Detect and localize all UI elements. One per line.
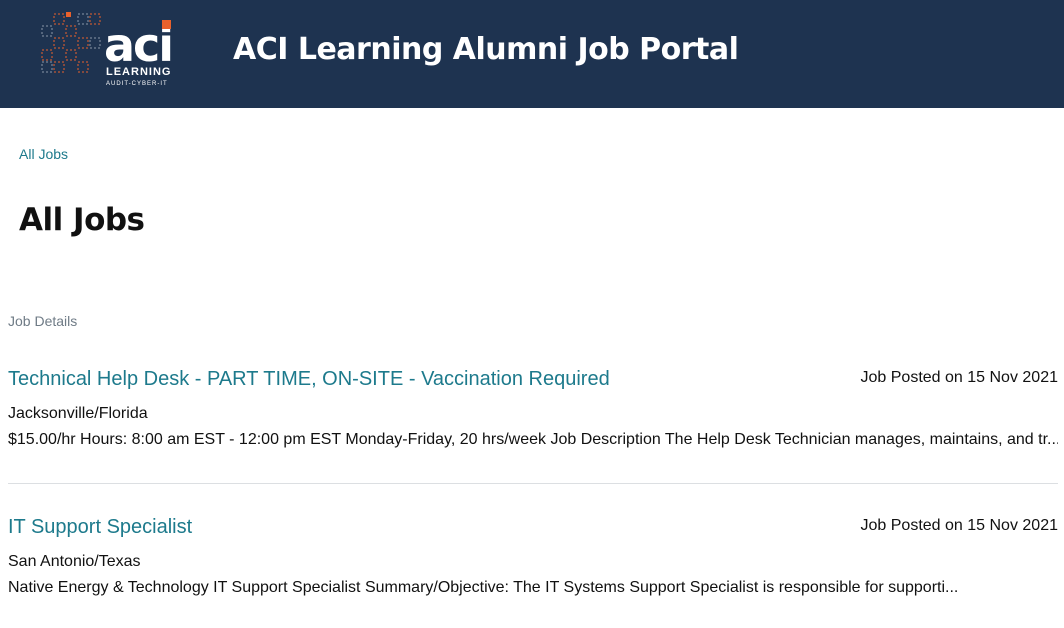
- job-posted-date: Job Posted on 15 Nov 2021: [860, 517, 1058, 534]
- site-title: ACI Learning Alumni Job Portal: [233, 32, 739, 67]
- job-location: Jacksonville/Florida: [8, 405, 148, 422]
- logo-grid-icon: [41, 12, 101, 73]
- page-title: All Jobs: [19, 202, 145, 238]
- job-title-link[interactable]: Technical Help Desk - PART TIME, ON-SITE…: [8, 366, 610, 392]
- job-listing: IT Support Specialist Job Posted on 15 N…: [8, 514, 1058, 614]
- job-listing: Technical Help Desk - PART TIME, ON-SITE…: [8, 366, 1058, 484]
- logo-accent-square: [162, 20, 171, 29]
- logo-tagline: AUDIT-CYBER-IT: [106, 81, 168, 87]
- section-label: Job Details: [8, 313, 78, 329]
- job-description: Native Energy & Technology IT Support Sp…: [8, 579, 959, 596]
- job-description: $15.00/hr Hours: 8:00 am EST - 12:00 pm …: [8, 431, 1058, 448]
- logo-subtitle: LEARNING: [106, 66, 172, 78]
- site-header: aci LEARNING AUDIT-CYBER-IT ACI Learning…: [0, 0, 1064, 108]
- job-posted-date: Job Posted on 15 Nov 2021: [860, 369, 1058, 386]
- aci-learning-logo[interactable]: aci LEARNING AUDIT-CYBER-IT: [40, 10, 180, 94]
- breadcrumb-all-jobs[interactable]: All Jobs: [19, 145, 68, 163]
- job-location: San Antonio/Texas: [8, 553, 141, 570]
- job-title-link[interactable]: IT Support Specialist: [8, 514, 192, 540]
